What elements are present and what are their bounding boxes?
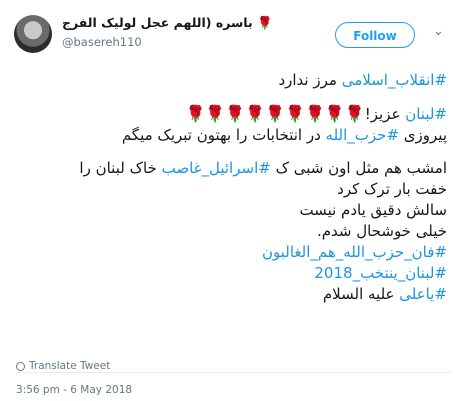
translate-label: Translate Tweet (29, 360, 111, 372)
tweet-line-4: امشب هم مثل اون شبی ک #اسرائیل_غاصب خاک … (17, 158, 447, 179)
text: علیه السلام (322, 285, 400, 303)
tweet-card: 🌹 باسره (اللهم عجل لولیک الفرج @basereh1… (0, 0, 467, 401)
tweet-line-5: خفت بار ترک کرد (337, 180, 447, 198)
tweet-line-7: خیلی خوشحال شدم. (316, 222, 447, 240)
tweet-line-3: پیروزی #حزب_الله در انتخابات را بهتون تب… (17, 125, 447, 146)
chevron-down-icon[interactable]: ⌄ (433, 24, 444, 39)
rose-emoji: 🌹 (257, 15, 273, 30)
follow-button[interactable]: Follow (335, 22, 415, 48)
hashtag[interactable]: #لبنان_ينتخب_2018 (314, 264, 447, 282)
divider (16, 372, 451, 373)
text: خاک لبنان را (79, 159, 162, 177)
timestamp[interactable]: 3:56 pm - 6 May 2018 (16, 384, 132, 396)
text: پیروزی (399, 126, 447, 144)
text: امشب هم مثل اون شبی ک (270, 159, 447, 177)
globe-icon (16, 361, 25, 371)
hashtag[interactable]: #فان_حزب_الله_هم_الغالبون (262, 243, 447, 261)
tweet-line-8: #فان_حزب_الله_هم_الغالبون (17, 242, 447, 263)
tweet-line-1: #انقلاب_اسلامی مرز ندارد (17, 70, 447, 91)
display-name[interactable]: 🌹 باسره (اللهم عجل لولیک الفرج (62, 15, 273, 31)
roses-emoji: 🌹🌹🌹🌹🌹🌹🌹🌹🌹 (185, 104, 365, 123)
tweet-line-9: #لبنان_ينتخب_2018 (17, 263, 447, 284)
avatar[interactable] (14, 15, 52, 53)
hashtag[interactable]: #لبنان (405, 105, 447, 123)
tweet-line-2: #لبنان عزیز!🌹🌹🌹🌹🌹🌹🌹🌹🌹 (17, 103, 447, 125)
hashtag[interactable]: #اسرائیل_غاصب (162, 159, 271, 177)
user-handle[interactable]: @basereh110 (62, 35, 142, 49)
text: مرز ندارد (278, 71, 342, 89)
text: در انتخابات را بهتون تبریک میگم (121, 126, 326, 144)
hashtag[interactable]: #حزب_الله (326, 126, 399, 144)
tweet-line-6: سالش دقیق یادم نیست (299, 201, 447, 219)
hashtag[interactable]: #یاعلی (399, 285, 447, 303)
hashtag[interactable]: #انقلاب_اسلامی (342, 71, 447, 89)
tweet-line-10: #یاعلی علیه السلام (17, 284, 447, 305)
text: عزیز! (364, 105, 406, 123)
translate-tweet-link[interactable]: Translate Tweet (16, 360, 110, 372)
display-name-text: باسره (اللهم عجل لولیک الفرج (62, 15, 253, 30)
tweet-text: #انقلاب_اسلامی مرز ندارد #لبنان عزیز!🌹🌹🌹… (17, 70, 447, 305)
